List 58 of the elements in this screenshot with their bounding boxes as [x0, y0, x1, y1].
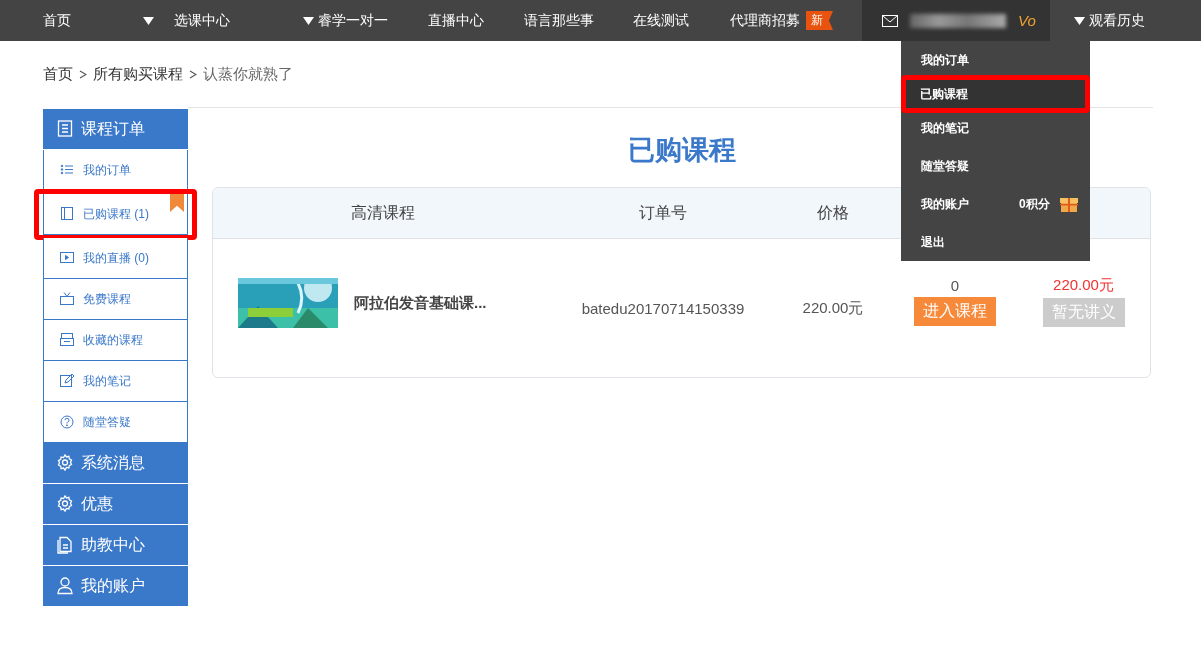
count: 0: [950, 276, 960, 294]
user-icon: [57, 577, 73, 595]
points-text: 0积分: [1019, 195, 1050, 213]
item-icon: [60, 374, 74, 388]
sidebar-item[interactable]: 我的直播 (0): [43, 238, 188, 279]
item-icon: [60, 251, 74, 265]
course-title[interactable]: 阿拉伯发音基础课...: [354, 293, 487, 313]
user-area[interactable]: Vo: [862, 0, 1050, 41]
menu-item[interactable]: 随堂答疑: [901, 147, 1090, 185]
price: 220.00元: [801, 298, 865, 318]
menu-item[interactable]: 已购课程: [906, 80, 1085, 108]
chevron-icon: [79, 69, 87, 79]
sidebar-section[interactable]: 我的账户: [43, 566, 188, 607]
sidebar-item[interactable]: 免费课程: [43, 279, 188, 320]
nav-link[interactable]: 睿学一对一: [303, 11, 388, 30]
sidebar-item[interactable]: 收藏的课程: [43, 320, 188, 361]
menu-item[interactable]: 我的订单: [901, 41, 1090, 79]
nav-link[interactable]: 在线测试: [633, 11, 689, 30]
nav-link[interactable]: 首页: [43, 11, 71, 30]
sidebar-section[interactable]: 助教中心: [43, 525, 188, 566]
page-title: 已购课程: [627, 134, 736, 167]
new-badge: 新: [806, 11, 833, 30]
sidebar-item[interactable]: 我的笔记: [43, 361, 188, 402]
item-icon: [60, 207, 74, 221]
item-icon: [60, 333, 74, 347]
order-number: batedu20170714150339: [580, 299, 746, 317]
sidebar-item[interactable]: 已购课程 (1): [43, 194, 188, 235]
level-label: Vo: [1018, 12, 1036, 29]
chevron-icon: [189, 69, 197, 79]
nav-link[interactable]: 代理商招募: [730, 11, 800, 30]
breadcrumb-link[interactable]: 首页: [43, 64, 73, 84]
column-header: 订单号: [638, 202, 688, 223]
menu-item[interactable]: 退出: [901, 223, 1090, 261]
nav-link[interactable]: 语言那些事: [524, 11, 594, 30]
breadcrumb-current: 认蒸你就熟了: [203, 64, 293, 84]
nav-link[interactable]: 选课中心: [143, 11, 230, 30]
column-header: 高清课程: [350, 202, 416, 223]
item-icon: [60, 415, 74, 429]
menu-item[interactable]: 我的账户 0积分: [901, 185, 1090, 223]
mail-icon: [882, 14, 898, 27]
item-icon: [60, 292, 74, 306]
sidebar-section[interactable]: 系统消息: [43, 443, 188, 484]
column-header: 价格: [816, 202, 850, 223]
total-price: 220.00元: [1053, 275, 1114, 295]
nav-link[interactable]: 观看历史: [1074, 11, 1145, 30]
sidebar-item[interactable]: 随堂答疑: [43, 402, 188, 443]
breadcrumb-link[interactable]: 所有购买课程: [93, 64, 183, 84]
gear-icon: [57, 454, 73, 472]
document-icon: [57, 536, 73, 554]
nav-link[interactable]: 直播中心: [428, 11, 484, 30]
sidebar-section[interactable]: 优惠: [43, 484, 188, 525]
gift-icon: [1059, 195, 1078, 213]
sidebar-section[interactable]: 课程订单: [43, 109, 188, 150]
list-icon: [57, 120, 73, 138]
sidebar-item[interactable]: 我的订单: [43, 150, 188, 191]
menu-item[interactable]: 我的笔记: [901, 109, 1090, 147]
item-icon: [60, 163, 74, 177]
gear-icon: [57, 495, 73, 513]
